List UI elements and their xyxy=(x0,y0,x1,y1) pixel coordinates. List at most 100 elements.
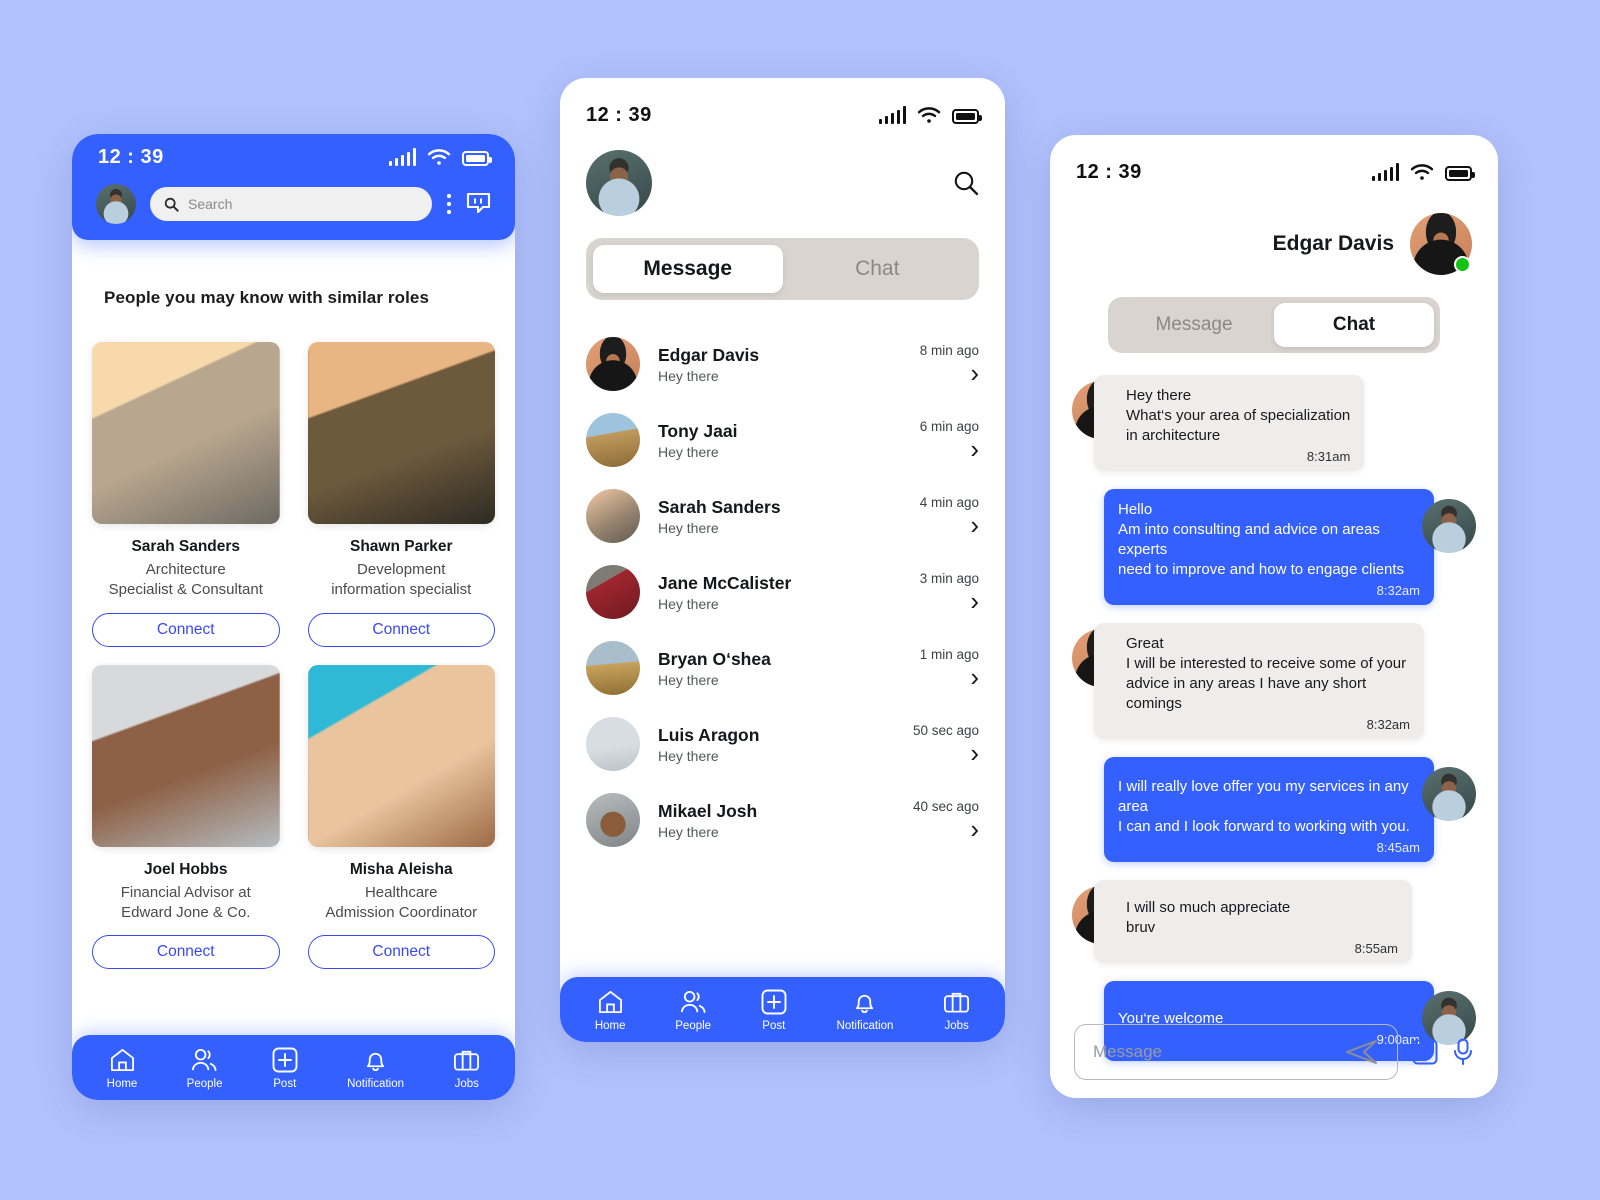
chat-message-row: Great I will be interested to receive so… xyxy=(1072,623,1476,740)
chat-thread: Hey there What‘s your area of specializa… xyxy=(1050,353,1498,1061)
list-item[interactable]: Luis Aragon Hey there 50 sec ago › xyxy=(586,706,979,782)
tab-message[interactable]: Message xyxy=(593,245,783,293)
connect-button[interactable]: Connect xyxy=(92,612,280,647)
chevron-right-icon[interactable]: › xyxy=(970,740,979,766)
chevron-right-icon[interactable]: › xyxy=(970,512,979,538)
more-vertical-icon[interactable] xyxy=(446,193,452,215)
chat-bubble-icon[interactable] xyxy=(466,192,491,216)
chevron-right-icon[interactable]: › xyxy=(970,436,979,462)
send-icon[interactable] xyxy=(1345,1039,1379,1065)
tab-switch: Message Chat xyxy=(1108,297,1440,353)
nav-item-home[interactable]: Home xyxy=(106,1047,138,1090)
tab-chat[interactable]: Chat xyxy=(1274,303,1434,347)
list-item[interactable]: Sarah Sanders Hey there 4 min ago › xyxy=(586,478,979,554)
people-grid: Sarah Sanders Architecture Specialist & … xyxy=(92,342,495,969)
nav-item-post[interactable]: Post xyxy=(272,1047,298,1090)
chevron-right-icon[interactable]: › xyxy=(970,816,979,842)
chat-text: I will so much appreciate bruv xyxy=(1126,899,1291,937)
nav-label: Notification xyxy=(836,1020,894,1032)
connect-button[interactable]: Connect xyxy=(307,612,495,647)
signal-icon xyxy=(1371,163,1399,181)
conversation-name: Tony Jaai xyxy=(658,420,738,441)
person-role-line2: Specialist & Consultant xyxy=(108,581,263,599)
plus-square-icon xyxy=(272,1047,298,1073)
bottom-navigation: Home People Post Notification Jobs xyxy=(560,977,1005,1042)
nav-label: Home xyxy=(106,1078,138,1090)
bottom-navigation: Home People Post Notification Jobs xyxy=(72,1035,515,1100)
home-icon xyxy=(110,1048,134,1072)
avatar xyxy=(586,413,640,467)
nav-item-notification[interactable]: Notification xyxy=(347,1047,404,1090)
plus-square-icon[interactable] xyxy=(1412,1039,1438,1065)
person-name: Misha Aleisha xyxy=(349,860,453,878)
chat-message-row: I will so much appreciate bruv 8:55am xyxy=(1072,880,1476,964)
tab-chat[interactable]: Chat xyxy=(783,245,973,293)
conversation-preview: Hey there xyxy=(658,367,719,384)
people-icon xyxy=(192,1048,217,1072)
list-item[interactable]: Jane McCalister Hey there 3 min ago › xyxy=(586,554,979,630)
nav-item-home[interactable]: Home xyxy=(595,989,626,1032)
nav-item-post[interactable]: Post xyxy=(761,989,787,1032)
tab-switch: Message Chat xyxy=(586,238,979,300)
microphone-icon[interactable] xyxy=(1452,1038,1474,1066)
nav-label: Post xyxy=(273,1078,297,1090)
avatar xyxy=(586,489,640,543)
avatar xyxy=(586,641,640,695)
list-item[interactable]: Bryan O‘shea Hey there 1 min ago › xyxy=(586,630,979,706)
battery-icon xyxy=(1445,166,1475,181)
chat-text: I will really love offer you my services… xyxy=(1118,778,1410,836)
nav-label: Post xyxy=(762,1020,786,1032)
connect-button[interactable]: Connect xyxy=(92,935,280,969)
person-role-line2: Edward Jone & Co. xyxy=(121,903,251,921)
person-role-line1: Development xyxy=(357,561,446,578)
nav-item-jobs[interactable]: Jobs xyxy=(453,1047,480,1090)
search-input[interactable]: Search xyxy=(150,187,432,221)
wifi-icon xyxy=(1410,164,1434,180)
chat-bubble-incoming: Hey there What‘s your area of specializa… xyxy=(1094,375,1365,472)
search-icon[interactable] xyxy=(953,170,979,196)
chevron-right-icon[interactable]: › xyxy=(970,588,979,614)
nav-item-jobs[interactable]: Jobs xyxy=(943,989,970,1032)
conversation-preview: Hey there xyxy=(658,823,719,840)
person-role: Healthcare Admission Coordinator xyxy=(308,883,496,924)
person-name: Shawn Parker xyxy=(349,538,453,555)
chat-text: Hey there What‘s your area of specializa… xyxy=(1126,387,1351,444)
chevron-right-icon[interactable]: › xyxy=(970,664,979,690)
feed-body: People you may know with similar roles S… xyxy=(72,288,515,969)
avatar[interactable] xyxy=(586,150,652,216)
nav-item-people[interactable]: People xyxy=(187,1047,222,1090)
list-item[interactable]: Mikael Josh Hey there 40 sec ago › xyxy=(586,782,979,858)
conversation-time: 8 min ago xyxy=(919,342,979,358)
message-list-header xyxy=(560,150,1005,216)
list-item[interactable]: Tony Jaai Hey there 6 min ago › xyxy=(586,402,979,478)
nav-item-people[interactable]: People xyxy=(675,989,711,1032)
chat-bubble-outgoing: I will really love offer you my services… xyxy=(1104,757,1434,863)
chat-text: Great I will be interested to receive so… xyxy=(1126,635,1407,712)
message-composer: Message xyxy=(1050,1024,1498,1080)
bell-icon xyxy=(856,994,874,1013)
conversation-list: Edgar Davis Hey there 8 min ago › Tony J… xyxy=(560,300,1005,858)
nav-label: Home xyxy=(594,1020,626,1032)
signal-icon xyxy=(878,106,906,124)
conversation-preview: Hey there xyxy=(658,671,719,688)
message-input[interactable]: Message xyxy=(1074,1024,1398,1080)
nav-item-notification[interactable]: Notification xyxy=(836,989,894,1032)
chevron-right-icon[interactable]: › xyxy=(970,360,979,386)
avatar xyxy=(586,793,640,847)
person-card: Joel Hobbs Financial Advisor at Edward J… xyxy=(92,664,280,969)
conversation-time: 6 min ago xyxy=(919,418,979,434)
conversation-name: Sarah Sanders xyxy=(658,496,781,517)
feed-header: 12 : 39 Search xyxy=(72,134,515,240)
status-icons xyxy=(878,106,982,124)
nav-label: Notification xyxy=(347,1078,404,1090)
bell-icon xyxy=(366,1052,385,1071)
status-badge xyxy=(1454,256,1471,273)
chat-time: 8:32am xyxy=(1376,582,1420,598)
chat-bubble-outgoing: Hello Am into consulting and advice on a… xyxy=(1104,489,1434,606)
avatar xyxy=(586,337,640,391)
tab-message[interactable]: Message xyxy=(1114,303,1274,347)
avatar[interactable] xyxy=(96,184,136,224)
list-item[interactable]: Edgar Davis Hey there 8 min ago › xyxy=(586,326,979,402)
status-bar: 12 : 39 xyxy=(1050,149,1498,195)
connect-button[interactable]: Connect xyxy=(307,935,495,969)
